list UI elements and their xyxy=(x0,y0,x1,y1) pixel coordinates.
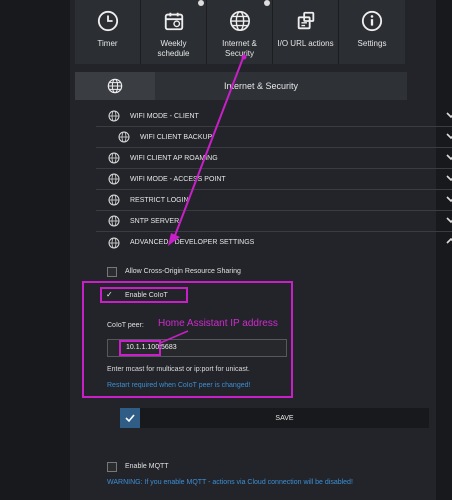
notification-dot xyxy=(198,0,204,6)
row-label: ADVANCED - DEVELOPER SETTINGS xyxy=(130,239,255,246)
row-wifi-client-backup[interactable]: WIFI CLIENT BACKUP xyxy=(96,127,452,148)
check-icon[interactable]: ✓ xyxy=(106,290,113,299)
enable-mqtt-label: Enable MQTT xyxy=(125,463,169,470)
globe-icon xyxy=(108,152,120,164)
check-icon xyxy=(120,408,140,428)
mqtt-warning: WARNING: If you enable MQTT - actions vi… xyxy=(107,479,353,486)
cors-checkbox[interactable] xyxy=(107,267,117,277)
url-actions-icon xyxy=(297,11,314,30)
row-label: WIFI CLIENT BACKUP xyxy=(140,133,213,141)
chevron-down-icon[interactable] xyxy=(446,131,452,141)
chevron-down-icon[interactable] xyxy=(446,194,452,204)
tile-settings[interactable]: Settings xyxy=(339,0,405,64)
settings-list: WIFI MODE - CLIENT WIFI CLIENT BACKUP WI… xyxy=(96,106,452,253)
row-label: WIFI MODE - CLIENT xyxy=(130,112,199,120)
tile-label: I/O URL actions xyxy=(277,39,334,48)
notification-dot xyxy=(264,0,270,6)
section-title: Internet & Security xyxy=(223,81,299,91)
row-label: RESTRICT LOGIN xyxy=(130,196,189,204)
chevron-down-icon[interactable] xyxy=(446,215,452,225)
chevron-down-icon[interactable] xyxy=(446,110,452,120)
tile-label: Timer xyxy=(97,39,118,48)
info-icon xyxy=(361,10,383,32)
chevron-up-icon[interactable] xyxy=(446,236,452,246)
top-nav-tiles: Timer Weekly schedule Internet & Securit… xyxy=(75,0,407,64)
section-icon-box xyxy=(75,72,155,100)
restart-warning: Restart required when CoIoT peer is chan… xyxy=(107,382,251,389)
calendar-icon xyxy=(164,12,183,31)
left-gutter xyxy=(0,0,70,500)
row-advanced-developer-settings[interactable]: ADVANCED - DEVELOPER SETTINGS xyxy=(96,232,452,253)
mqtt-checkbox[interactable] xyxy=(107,462,117,472)
globe-icon xyxy=(229,11,250,31)
row-label: WIFI MODE - ACCESS POINT xyxy=(130,175,226,183)
globe-icon xyxy=(108,215,120,227)
clock-icon xyxy=(97,10,118,32)
row-wifi-client-ap-roaming[interactable]: WIFI CLIENT AP ROAMING xyxy=(96,148,452,169)
row-restrict-login[interactable]: RESTRICT LOGIN xyxy=(96,190,452,211)
tile-timer[interactable]: Timer xyxy=(75,0,141,64)
globe-icon xyxy=(108,237,120,248)
save-label: SAVE xyxy=(275,414,294,422)
tile-label: Weekly schedule xyxy=(157,39,190,58)
section-header: Internet & Security xyxy=(75,72,407,100)
globe-icon xyxy=(108,194,120,206)
row-wifi-mode-access-point[interactable]: WIFI MODE - ACCESS POINT xyxy=(96,169,452,190)
enable-coiot-label: Enable CoIoT xyxy=(125,292,168,299)
row-wifi-mode-client[interactable]: WIFI MODE - CLIENT xyxy=(96,106,452,127)
annotation-label: Home Assistant IP address xyxy=(158,318,278,329)
globe-icon xyxy=(107,78,123,94)
coiot-peer-label: CoIoT peer: xyxy=(107,322,144,329)
tile-label: Settings xyxy=(357,39,387,48)
row-label: SNTP SERVER xyxy=(130,217,180,225)
coiot-hint: Enter mcast for multicast or ip:port for… xyxy=(107,366,250,373)
globe-icon xyxy=(118,131,130,143)
chevron-down-icon[interactable] xyxy=(446,173,452,183)
cors-label: Allow Cross-Origin Resource Sharing xyxy=(125,268,241,275)
row-label: WIFI CLIENT AP ROAMING xyxy=(130,154,218,162)
globe-icon xyxy=(108,110,120,122)
chevron-down-icon[interactable] xyxy=(446,152,452,162)
save-button[interactable]: SAVE xyxy=(120,408,429,428)
coiot-peer-value: 10.1.1.100:5683 xyxy=(126,344,177,351)
globe-icon xyxy=(108,173,120,185)
tile-internet-security[interactable]: Internet & Security xyxy=(207,0,273,64)
tile-io-url-actions[interactable]: I/O URL actions xyxy=(273,0,339,64)
tile-label: Internet & Security xyxy=(222,39,257,58)
tile-weekly-schedule[interactable]: Weekly schedule xyxy=(141,0,207,64)
row-sntp-server[interactable]: SNTP SERVER xyxy=(96,211,452,232)
